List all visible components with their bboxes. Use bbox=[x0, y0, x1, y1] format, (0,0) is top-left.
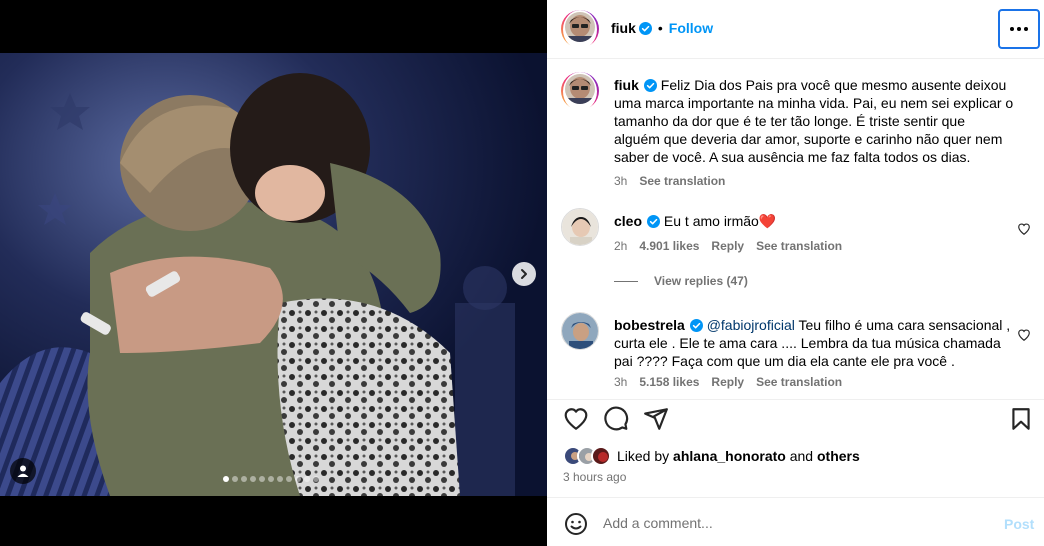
caption-avatar-image bbox=[565, 73, 595, 104]
carousel-dot bbox=[223, 476, 229, 482]
comment-input[interactable] bbox=[603, 512, 983, 534]
user-tag-icon bbox=[17, 465, 29, 477]
author-avatar-ring[interactable] bbox=[561, 9, 599, 49]
carousel-dot bbox=[232, 476, 238, 482]
follow-button[interactable]: Follow bbox=[669, 20, 713, 36]
comment-icon[interactable] bbox=[603, 406, 629, 432]
view-replies-button[interactable]: View replies (47) bbox=[614, 274, 748, 288]
liked-by-prefix: Liked by bbox=[617, 448, 670, 464]
caption-body: fiuk Feliz Dia dos Pais pra você que mes… bbox=[614, 76, 1014, 166]
post-header: fiuk • Follow bbox=[547, 0, 1044, 59]
caption: fiuk Feliz Dia dos Pais pra você que mes… bbox=[561, 71, 1031, 202]
comment-item: cleo Eu t amo irmão❤️ 2h 4.901 likes Rep… bbox=[561, 208, 1031, 288]
author-username[interactable]: fiuk bbox=[611, 20, 636, 36]
carousel-dot bbox=[250, 476, 256, 482]
chevron-right-icon bbox=[521, 269, 527, 279]
user-tags-button[interactable] bbox=[10, 458, 36, 484]
replies-line bbox=[614, 280, 638, 282]
comment-mention-link[interactable]: @fabiojroficial bbox=[707, 317, 795, 333]
comment-likes[interactable]: 4.901 likes bbox=[639, 239, 699, 253]
action-bar bbox=[547, 399, 1044, 439]
verified-badge-icon bbox=[647, 215, 661, 228]
comment-reply-button[interactable]: Reply bbox=[711, 375, 744, 389]
comment-text: Eu t amo irmão❤️ bbox=[663, 213, 777, 229]
liked-by: Liked by ahlana_honorato and others bbox=[563, 446, 860, 466]
carousel-dot bbox=[268, 476, 274, 482]
comment-time: 2h bbox=[614, 239, 628, 253]
comment-username[interactable]: bobestrela bbox=[614, 317, 685, 333]
comment-avatar[interactable] bbox=[561, 312, 599, 350]
carousel-dot bbox=[295, 476, 301, 482]
liked-by-text: Liked by ahlana_honorato and others bbox=[617, 448, 860, 464]
comment-avatar-image bbox=[562, 313, 598, 349]
carousel-dot bbox=[286, 476, 292, 482]
comment-see-translation[interactable]: See translation bbox=[756, 375, 842, 389]
carousel-dot bbox=[304, 476, 310, 482]
view-replies-label: View replies (47) bbox=[654, 274, 748, 288]
post-comment-button[interactable]: Post bbox=[1004, 516, 1034, 532]
caption-see-translation[interactable]: See translation bbox=[639, 174, 725, 188]
comment-username[interactable]: cleo bbox=[614, 213, 642, 229]
photo-hug-illustration bbox=[0, 53, 547, 496]
liker-avatar-image bbox=[593, 448, 609, 464]
comment-avatar[interactable] bbox=[561, 208, 599, 246]
caption-avatar[interactable] bbox=[561, 71, 599, 111]
like-comment-heart-icon[interactable] bbox=[1017, 328, 1031, 342]
comment-body: bobestrela @fabiojroficial Teu filho é u… bbox=[614, 316, 1014, 370]
header-separator: • bbox=[657, 20, 663, 36]
share-icon[interactable] bbox=[643, 406, 669, 432]
comments-section[interactable]: fiuk Feliz Dia dos Pais pra você que mes… bbox=[547, 60, 1044, 399]
heart-icon[interactable] bbox=[563, 406, 589, 432]
comment-body: cleo Eu t amo irmão❤️ bbox=[614, 212, 1014, 230]
comment-likes[interactable]: 5.158 likes bbox=[639, 375, 699, 389]
add-comment-bar: Post bbox=[547, 497, 1044, 546]
comment-see-translation[interactable]: See translation bbox=[756, 239, 842, 253]
carousel-dot bbox=[313, 476, 319, 482]
comment-meta: 2h 4.901 likes Reply See translation bbox=[614, 239, 842, 253]
comment-meta: 3h 5.158 likes Reply See translation bbox=[614, 375, 842, 389]
carousel-indicators bbox=[223, 476, 319, 482]
verified-badge-icon bbox=[689, 319, 703, 332]
post-timestamp[interactable]: 3 hours ago bbox=[563, 470, 626, 484]
liked-by-conj: and bbox=[789, 448, 814, 464]
caption-time: 3h bbox=[614, 174, 628, 188]
more-options-icon bbox=[1010, 27, 1028, 31]
post-panel: fiuk • Follow fiuk Feliz Dia dos Pais pr… bbox=[547, 0, 1044, 546]
liker-avatar bbox=[591, 446, 611, 466]
bookmark-icon[interactable] bbox=[1008, 406, 1034, 432]
caption-meta: 3h See translation bbox=[614, 174, 725, 188]
carousel-dot bbox=[277, 476, 283, 482]
caption-text: Feliz Dia dos Pais pra você que mesmo au… bbox=[614, 77, 1014, 165]
comment-item: bobestrela @fabiojroficial Teu filho é u… bbox=[561, 312, 1031, 399]
emoji-icon[interactable] bbox=[564, 512, 588, 536]
post-media bbox=[0, 0, 547, 546]
more-options-button[interactable] bbox=[998, 9, 1040, 49]
like-comment-heart-icon[interactable] bbox=[1017, 222, 1031, 236]
next-photo-button[interactable] bbox=[512, 262, 536, 286]
carousel-dot bbox=[259, 476, 265, 482]
verified-badge-icon bbox=[643, 79, 657, 92]
author-avatar bbox=[565, 11, 595, 42]
liked-by-user[interactable]: ahlana_honorato bbox=[673, 448, 786, 464]
comment-avatar-image bbox=[562, 209, 598, 245]
comment-reply-button[interactable]: Reply bbox=[711, 239, 744, 253]
post-photo[interactable] bbox=[0, 53, 547, 496]
comment-time: 3h bbox=[614, 375, 628, 389]
caption-username[interactable]: fiuk bbox=[614, 77, 639, 93]
carousel-dot bbox=[241, 476, 247, 482]
verified-badge-icon bbox=[638, 21, 652, 35]
liked-by-others[interactable]: others bbox=[817, 448, 860, 464]
